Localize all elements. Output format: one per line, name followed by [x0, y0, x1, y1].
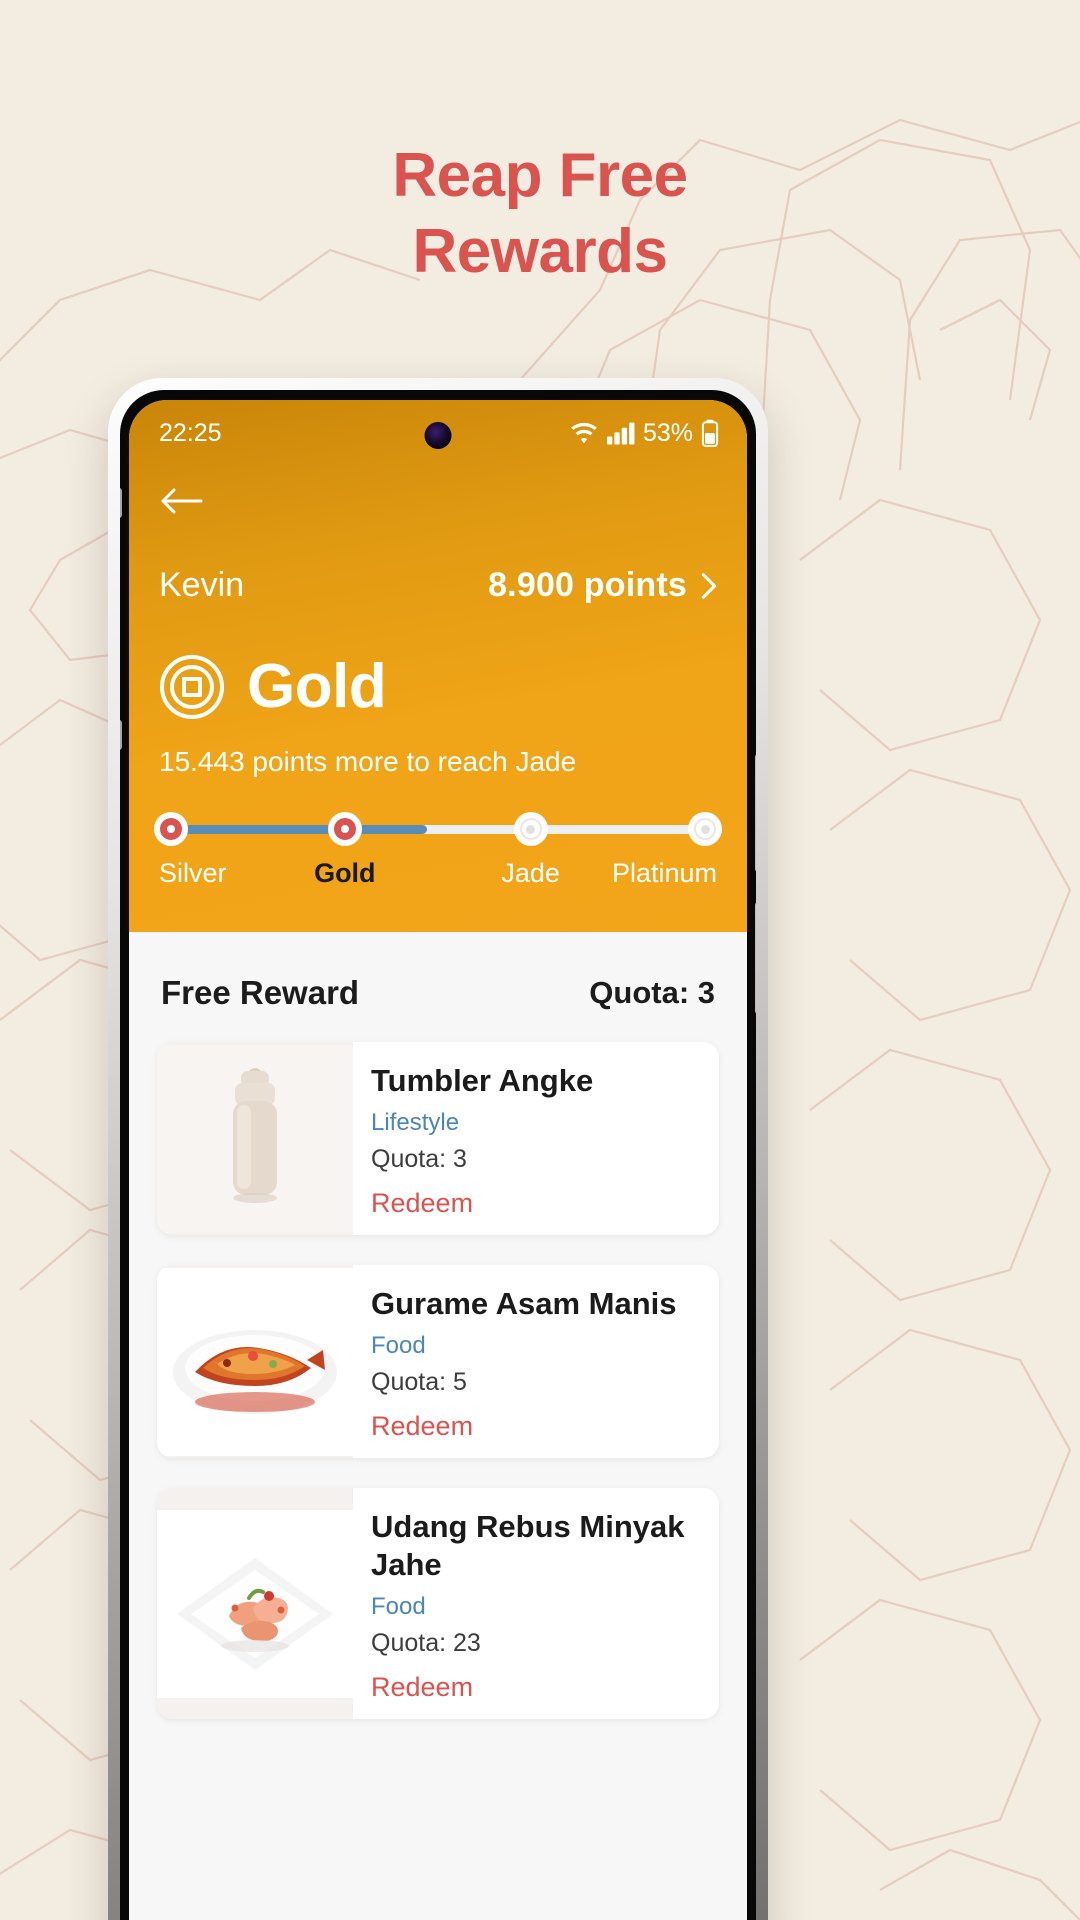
tier-step-silver-hole [167, 825, 175, 833]
phone-bezel: 22:25 53% Kevin 8.900 points Gold 15.443… [120, 390, 756, 1920]
reward-card-body: Udang Rebus Minyak Jahe Food Quota: 23 R… [353, 1488, 719, 1718]
reward-title: Gurame Asam Manis [371, 1286, 677, 1322]
phone-mockup: 22:25 53% Kevin 8.900 points Gold 15.443… [108, 378, 768, 1920]
phone-screen: 22:25 53% Kevin 8.900 points Gold 15.443… [129, 400, 747, 1920]
status-bar-clock: 22:25 [159, 418, 222, 447]
status-bar-icons: 53% [569, 419, 719, 448]
reward-category: Food [371, 1592, 426, 1620]
reward-card[interactable]: Udang Rebus Minyak Jahe Food Quota: 23 R… [157, 1488, 719, 1719]
chevron-right-icon [701, 572, 717, 599]
tier-step-silver[interactable] [154, 812, 188, 846]
phone-top-antenna-line [752, 390, 756, 416]
tier-step-silver-core [160, 818, 182, 840]
tier-step-platinum[interactable] [688, 812, 722, 846]
phone-power-button[interactable] [755, 754, 756, 872]
header-nav-row [129, 466, 747, 518]
reward-redeem-button[interactable]: Redeem [371, 1188, 593, 1219]
wifi-icon [571, 422, 597, 444]
reward-title: Tumbler Angke [371, 1063, 594, 1098]
free-reward-title: Free Reward [161, 974, 360, 1011]
fish-dish-image [157, 1265, 353, 1459]
reward-redeem-button[interactable]: Redeem [371, 1411, 677, 1442]
phone-side-button[interactable] [755, 902, 756, 1014]
user-name-label: Kevin [159, 566, 245, 604]
cellular-signal-icon [606, 422, 635, 445]
tier-row: Gold [129, 605, 747, 722]
tumbler-bottle-image [157, 1042, 353, 1236]
progress-track-fill [171, 825, 427, 834]
loyalty-header: 22:25 53% Kevin 8.900 points Gold 15.443… [129, 400, 747, 932]
status-bar: 22:25 53% [129, 400, 747, 466]
phone-volume-down-button[interactable] [120, 720, 122, 750]
free-reward-header: Free Reward Quota: 3 [157, 932, 719, 1042]
tier-label-silver: Silver [159, 858, 227, 888]
reward-category: Food [371, 1332, 426, 1360]
gold-tier-icon [160, 654, 224, 719]
free-reward-quota: Quota: 3 [589, 975, 715, 1010]
points-balance-button[interactable]: 8.900 points [488, 566, 719, 605]
reward-card[interactable]: Gurame Asam Manis Food Quota: 5 Redeem [157, 1265, 719, 1459]
reward-card-body: Gurame Asam Manis Food Quota: 5 Redeem [353, 1265, 697, 1458]
reward-card-body: Tumbler Angke Lifestyle Quota: 3 Redeem [353, 1042, 613, 1235]
tier-step-gold[interactable] [327, 812, 362, 846]
reward-redeem-button[interactable]: Redeem [371, 1672, 699, 1703]
tier-step-jade-hole [526, 824, 536, 834]
reward-quota: Quota: 3 [371, 1145, 467, 1174]
reward-card[interactable]: Tumbler Angke Lifestyle Quota: 3 Redeem [157, 1042, 719, 1236]
tier-step-platinum-core [694, 818, 716, 840]
tier-label-gold: Gold [314, 858, 376, 888]
tier-progress-note: 15.443 points more to reach Jade [159, 746, 577, 777]
back-arrow-icon[interactable] [159, 484, 203, 518]
page-headline: Reap Free Rewards [0, 138, 1080, 289]
battery-icon [701, 419, 719, 447]
front-camera-punch-hole [424, 422, 452, 449]
tier-step-platinum-hole [700, 824, 710, 834]
reward-category: Lifestyle [371, 1109, 460, 1137]
tier-name-label: Gold [247, 652, 387, 721]
free-reward-section: Free Reward Quota: 3 Tumbler Angke Lifes… [129, 932, 747, 1920]
tier-label-jade: Jade [501, 858, 560, 888]
reward-quota: Quota: 5 [371, 1368, 467, 1397]
shrimp-dish-image [157, 1488, 353, 1719]
tier-progress-track [154, 812, 722, 846]
user-points-row: Kevin 8.900 points [129, 518, 747, 605]
tier-label-platinum: Platinum [611, 858, 717, 888]
tier-step-labels: Silver Gold Jade Platinum [159, 858, 717, 898]
battery-percentage-label: 53% [642, 418, 693, 447]
reward-title: Udang Rebus Minyak Jahe [371, 1509, 685, 1582]
tier-step-jade[interactable] [513, 812, 548, 846]
phone-volume-up-button[interactable] [120, 488, 122, 518]
tier-step-gold-core [333, 818, 356, 840]
headline-line-1: Reap Free [392, 141, 688, 210]
tier-progress-bar[interactable]: Silver Gold Jade Platinum [129, 778, 747, 898]
tier-step-gold-hole [340, 825, 349, 833]
reward-quota: Quota: 23 [371, 1628, 481, 1657]
headline-line-2: Rewards [412, 216, 668, 286]
tier-step-jade-core [519, 818, 542, 840]
points-balance-label: 8.900 points [488, 566, 687, 604]
